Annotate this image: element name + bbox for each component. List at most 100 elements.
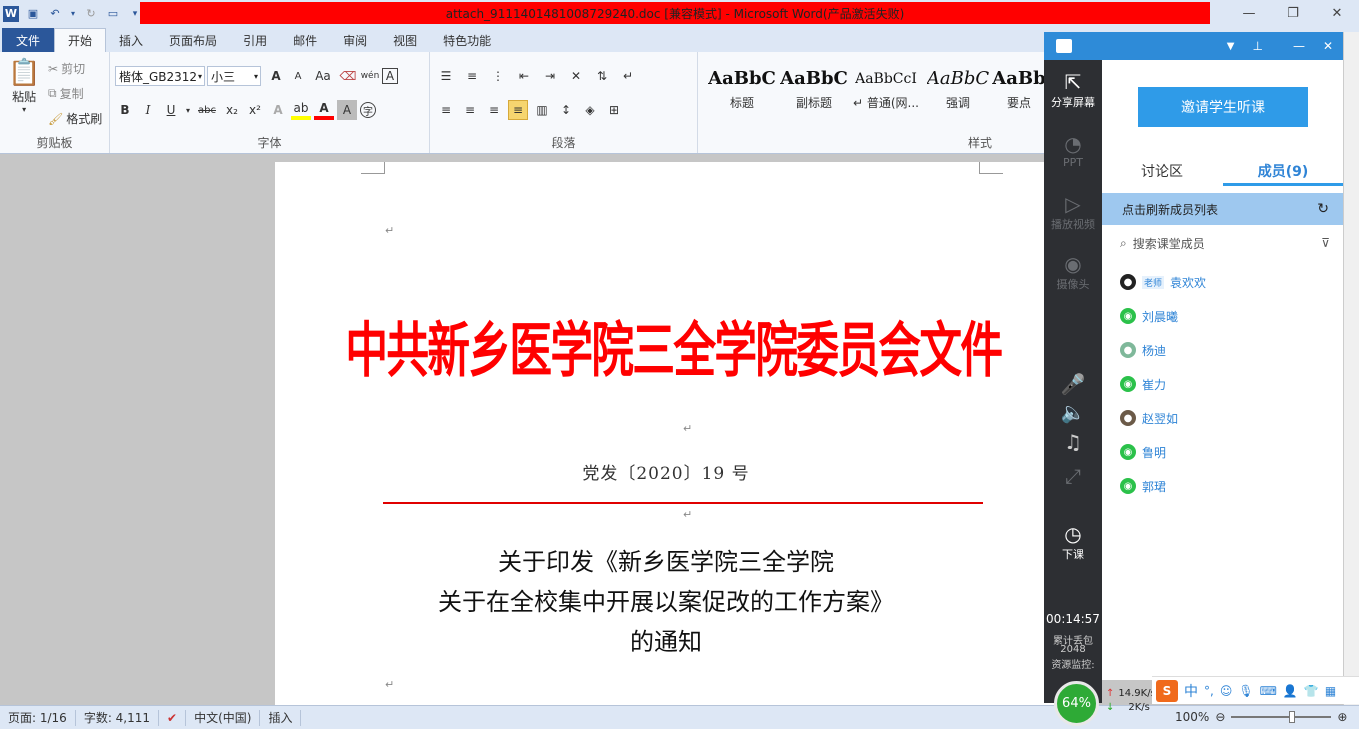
- user-icon[interactable]: 👤: [1283, 684, 1298, 698]
- distribute-icon[interactable]: ▥: [532, 100, 552, 120]
- page-count[interactable]: 页面: 1/16: [0, 709, 76, 726]
- speaker-button[interactable]: 🔈: [1044, 400, 1102, 424]
- member-search[interactable]: ⌕ 搜索课堂成员 ⊽: [1120, 232, 1330, 254]
- font-color-icon[interactable]: A: [314, 100, 334, 120]
- decrease-indent-icon[interactable]: ⇤: [514, 66, 534, 86]
- strikethrough-button[interactable]: abc: [195, 100, 219, 120]
- bold-button[interactable]: B: [115, 100, 135, 120]
- member-search-input[interactable]: 搜索课堂成员: [1133, 235, 1205, 252]
- underline-button[interactable]: U: [161, 100, 181, 120]
- tab-members[interactable]: 成员(9): [1223, 160, 1343, 186]
- zoom-slider-thumb[interactable]: [1289, 711, 1296, 723]
- style-strong[interactable]: AaBb 要点: [992, 58, 1045, 116]
- play-video-button[interactable]: ▷ 播放视频: [1044, 192, 1102, 232]
- list-item[interactable]: ◉ 刘晨曦: [1120, 306, 1178, 326]
- proofing-icon[interactable]: ✔: [159, 709, 187, 726]
- list-item[interactable]: ● 赵翌如: [1120, 408, 1178, 428]
- enclose-char-button[interactable]: 字: [360, 102, 376, 118]
- line-spacing-icon[interactable]: ↕: [556, 100, 576, 120]
- music-button[interactable]: ♫: [1044, 430, 1102, 454]
- style-emphasis[interactable]: AaBbC 强调: [922, 58, 994, 116]
- list-item[interactable]: ◉ 崔力: [1120, 374, 1166, 394]
- style-subtitle[interactable]: AaBbC 副标题: [778, 58, 850, 116]
- font-size-select[interactable]: 小三 ▾: [207, 66, 261, 86]
- new-doc-icon[interactable]: ▭: [105, 6, 121, 22]
- zoom-slider[interactable]: [1231, 711, 1332, 723]
- bullets-icon[interactable]: ☰: [436, 66, 456, 86]
- word-logo-icon[interactable]: W: [3, 5, 19, 22]
- chinese-layout-icon[interactable]: ✕: [566, 66, 586, 86]
- word-count[interactable]: 字数: 4,111: [76, 709, 160, 726]
- subtitle-line-1[interactable]: 关于印发《新乡医学院三全学院: [275, 542, 1057, 577]
- grow-font-button[interactable]: A: [266, 66, 286, 86]
- list-item[interactable]: ● 老师 袁欢欢: [1120, 272, 1206, 292]
- format-painter-button[interactable]: 🖌 格式刷: [48, 110, 102, 127]
- style-title[interactable]: AaBbC 标题: [706, 58, 778, 116]
- sogou-logo-icon[interactable]: S: [1156, 679, 1178, 702]
- invite-students-button[interactable]: 邀请学生听课: [1138, 87, 1308, 127]
- redo-icon[interactable]: ↻: [83, 6, 99, 22]
- minimize-panel-icon[interactable]: —: [1293, 39, 1305, 53]
- cpu-usage-ball[interactable]: 64%: [1054, 681, 1099, 726]
- borders-icon[interactable]: ⊞: [604, 100, 624, 120]
- ppt-button[interactable]: ◔ PPT: [1044, 132, 1102, 169]
- shrink-font-button[interactable]: A: [288, 66, 308, 86]
- emoji-icon[interactable]: ☺: [1220, 684, 1233, 698]
- font-name-select[interactable]: 楷体_GB2312 ▾: [115, 66, 205, 86]
- style-normal-web[interactable]: AaBbCcI ↵ 普通(网...: [850, 58, 922, 116]
- insert-mode[interactable]: 插入: [260, 709, 302, 726]
- char-shading-button[interactable]: A: [337, 100, 357, 120]
- minimize-button[interactable]: —: [1227, 0, 1271, 27]
- tab-references[interactable]: 引用: [230, 28, 280, 52]
- fullscreen-button[interactable]: ⤢: [1044, 464, 1102, 488]
- tab-review[interactable]: 审阅: [330, 28, 380, 52]
- subtitle-line-3[interactable]: 的通知: [275, 622, 1057, 657]
- increase-indent-icon[interactable]: ⇥: [540, 66, 560, 86]
- punctuation-icon[interactable]: °,: [1204, 684, 1214, 698]
- refresh-members-bar[interactable]: 点击刷新成员列表 ↻: [1102, 193, 1343, 225]
- list-item[interactable]: ◉ 鲁明: [1120, 442, 1166, 462]
- superscript-button[interactable]: x²: [245, 100, 265, 120]
- tab-insert[interactable]: 插入: [106, 28, 156, 52]
- cut-button[interactable]: ✂ 剪切: [48, 60, 85, 77]
- zoom-in-icon[interactable]: ⊕: [1337, 710, 1347, 724]
- align-right-icon[interactable]: ≡: [484, 100, 504, 120]
- change-case-button[interactable]: Aa: [310, 66, 336, 86]
- org-red-title[interactable]: 中共新乡医学院三全学院委员会文件: [345, 302, 1003, 388]
- ime-mode[interactable]: 中: [1184, 681, 1198, 701]
- save-icon[interactable]: ▣: [25, 6, 41, 22]
- document-number[interactable]: 党发〔2020〕19 号: [275, 459, 1057, 484]
- list-item[interactable]: ◉ 郭珺: [1120, 476, 1166, 496]
- end-class-button[interactable]: ◷ 下课: [1044, 522, 1102, 562]
- numbering-icon[interactable]: ≡: [462, 66, 482, 86]
- undo-dropdown-icon[interactable]: ▾: [69, 6, 77, 22]
- tab-view[interactable]: 视图: [380, 28, 430, 52]
- shading-icon[interactable]: ◈: [580, 100, 600, 120]
- zoom-level[interactable]: 100%: [1175, 710, 1209, 724]
- text-effect-icon[interactable]: A: [268, 100, 288, 120]
- subscript-button[interactable]: x₂: [222, 100, 242, 120]
- restore-button[interactable]: ❐: [1271, 0, 1315, 27]
- subtitle-line-2[interactable]: 关于在全校集中开展以案促改的工作方案》: [275, 582, 1057, 617]
- voice-icon[interactable]: 🎙: [1238, 684, 1253, 698]
- language-indicator[interactable]: 中文(中国): [186, 709, 261, 726]
- share-screen-button[interactable]: ⇱ 分享屏幕: [1044, 70, 1102, 110]
- tab-page-layout[interactable]: 页面布局: [156, 28, 230, 52]
- microphone-button[interactable]: 🎤: [1044, 372, 1102, 396]
- italic-button[interactable]: I: [138, 100, 158, 120]
- copy-button[interactable]: ⧉ 复制: [48, 85, 84, 102]
- skin-icon[interactable]: 👕: [1304, 684, 1319, 698]
- phonetic-guide-button[interactable]: wén: [360, 66, 380, 86]
- underline-dropdown-icon[interactable]: ▾: [184, 100, 192, 120]
- close-button[interactable]: ✕: [1315, 0, 1359, 27]
- vertical-scrollbar[interactable]: [1343, 32, 1359, 705]
- justify-icon[interactable]: ≡: [508, 100, 528, 120]
- filter-icon[interactable]: ⊽: [1321, 236, 1330, 250]
- char-border-button[interactable]: A: [382, 68, 398, 84]
- multilevel-list-icon[interactable]: ⋮: [488, 66, 508, 86]
- camera-button[interactable]: ◉ 摄像头: [1044, 252, 1102, 292]
- show-marks-icon[interactable]: ↵: [618, 66, 638, 86]
- keyboard-icon[interactable]: ⌨: [1260, 684, 1277, 698]
- tab-discussion[interactable]: 讨论区: [1102, 160, 1222, 186]
- document-page[interactable]: ↵ 中共新乡医学院三全学院委员会文件 ↵ 党发〔2020〕19 号 ↵ 关于印发…: [275, 162, 1057, 705]
